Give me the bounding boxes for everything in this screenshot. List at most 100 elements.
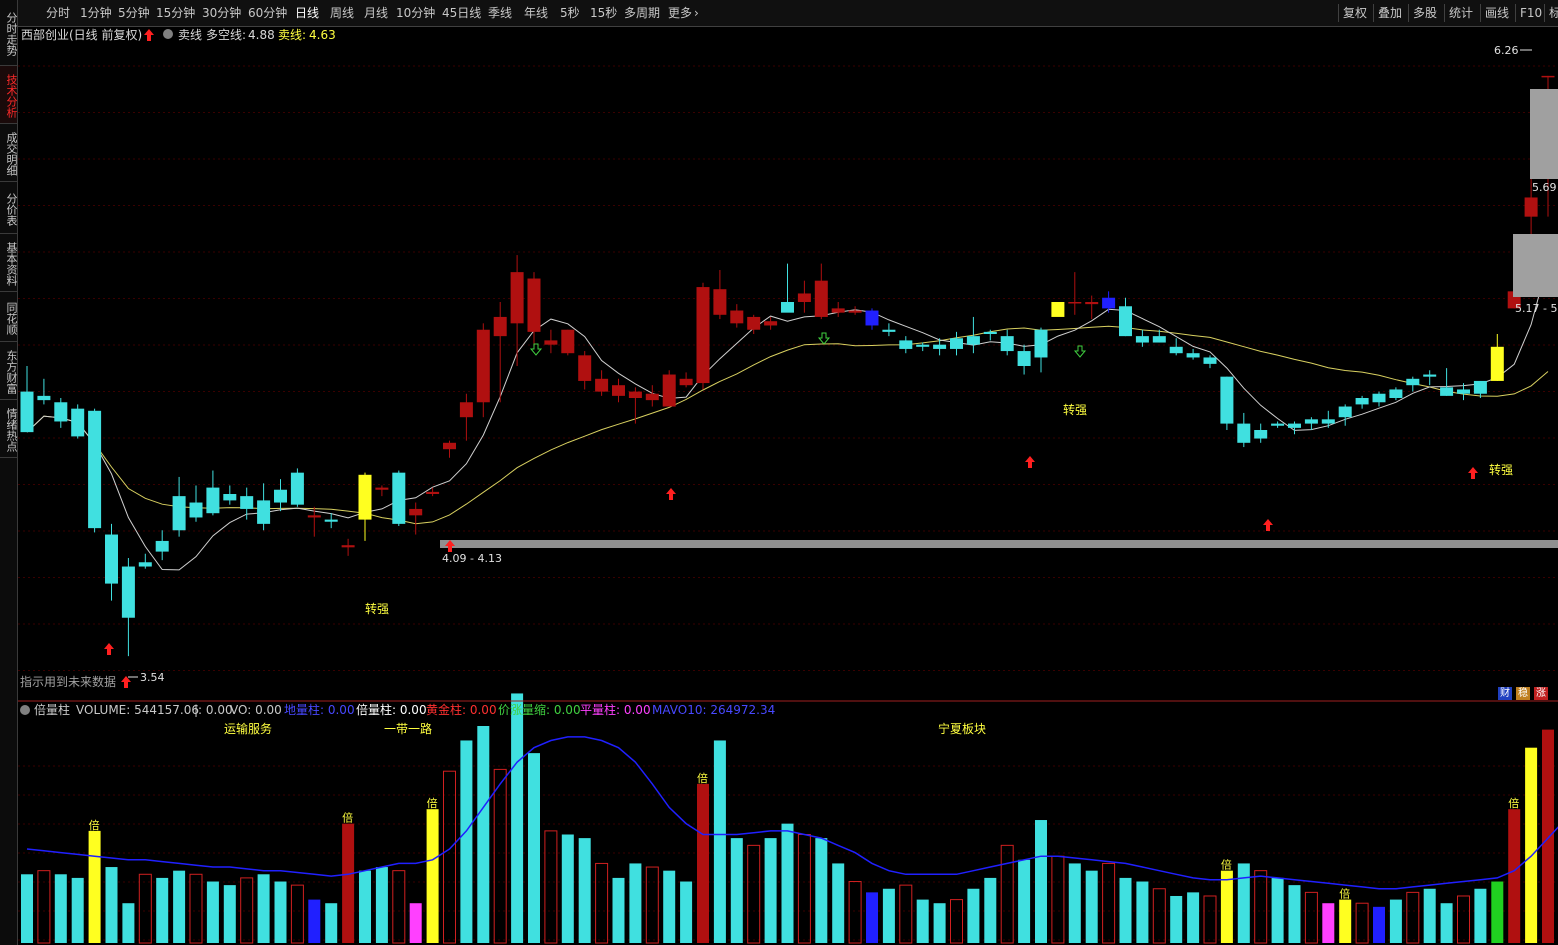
candle xyxy=(1034,327,1048,373)
period-15min[interactable]: 15分钟 xyxy=(156,6,195,20)
candle-body xyxy=(612,385,625,396)
candle-body xyxy=(290,472,304,505)
tab-technical[interactable]: 技术分析 xyxy=(0,66,18,124)
candle xyxy=(324,513,338,529)
vol-legend-1: VOLUME: 544157.06 xyxy=(76,703,199,717)
buy-arrow-icon xyxy=(1025,456,1035,468)
period-multi[interactable]: 多周期 xyxy=(624,6,660,20)
candle-body xyxy=(223,494,237,501)
candle-body xyxy=(797,293,811,302)
volume-bar xyxy=(477,726,490,943)
tab-eastmoney[interactable]: 东方财富 xyxy=(0,342,18,400)
candle-body xyxy=(240,496,254,509)
volume-dropdown-icon[interactable] xyxy=(20,705,30,715)
dropdown-icon[interactable] xyxy=(163,29,173,39)
candle-body xyxy=(831,308,845,313)
badge-cai[interactable]: 财 xyxy=(1498,687,1512,700)
draw-line-button[interactable]: 画线 xyxy=(1480,4,1513,22)
candle xyxy=(1389,387,1403,401)
tab-fenshi[interactable]: 分时走势 xyxy=(0,0,18,66)
volume-bar xyxy=(1068,863,1081,943)
stock-title: 西部创业(日线 前复权) xyxy=(21,27,142,42)
candle xyxy=(189,485,203,522)
period-year[interactable]: 年线 xyxy=(524,6,548,20)
candle xyxy=(950,331,963,356)
candle-body xyxy=(730,310,744,324)
chevron-right-icon[interactable]: › xyxy=(694,6,699,20)
period-30min[interactable]: 30分钟 xyxy=(202,6,241,20)
support-label: 4.09 - 4.13 xyxy=(442,552,502,565)
period-more[interactable]: 更多 xyxy=(668,6,692,20)
mark-button[interactable]: 标 xyxy=(1544,4,1558,22)
statistics-button[interactable]: 统计 xyxy=(1444,4,1477,22)
tab-fundamentals[interactable]: 基本资料 xyxy=(0,234,18,292)
period-10min[interactable]: 10分钟 xyxy=(396,6,435,20)
candle xyxy=(1321,410,1335,428)
candle xyxy=(105,523,118,601)
volume-bar xyxy=(1508,809,1521,943)
kline-chart[interactable]: 6.263.545.695.17 - 5.4.09 - 4.13转强转强转强 倍… xyxy=(18,26,1558,945)
candle-body xyxy=(1119,306,1132,337)
zhuanqiang-label: 转强 xyxy=(1063,402,1087,417)
candle-body xyxy=(493,316,507,337)
volume-bar xyxy=(460,740,473,943)
volume-bar xyxy=(663,870,676,943)
multi-stock-button[interactable]: 多股 xyxy=(1408,4,1441,22)
candle xyxy=(1000,329,1014,356)
volume-bar xyxy=(1271,877,1284,943)
candle xyxy=(426,487,440,497)
period-5s[interactable]: 5秒 xyxy=(560,6,580,20)
candle xyxy=(831,302,845,317)
volume-bar xyxy=(342,823,355,943)
period-5min[interactable]: 5分钟 xyxy=(118,6,150,20)
volume-bar xyxy=(1406,891,1420,944)
period-1min[interactable]: 1分钟 xyxy=(80,6,112,20)
period-15s[interactable]: 15秒 xyxy=(590,6,617,20)
candle xyxy=(595,370,609,396)
volume-bar xyxy=(1102,862,1116,944)
restore-rights-button[interactable]: 复权 xyxy=(1338,4,1371,22)
volume-bar xyxy=(544,830,558,944)
period-daily[interactable]: 日线 xyxy=(295,6,319,20)
candle xyxy=(781,263,794,313)
sell-arrow-icon xyxy=(1073,345,1087,358)
tab-tonghuashun[interactable]: 同花顺 xyxy=(0,292,18,342)
future-data-note: 指示用到未来数据 xyxy=(20,674,116,689)
candle-body xyxy=(814,280,828,317)
candle-body xyxy=(37,395,51,401)
candle-body xyxy=(476,329,490,403)
candle xyxy=(1220,376,1234,430)
badge-zhang[interactable]: 涨 xyxy=(1534,687,1548,700)
candle-body xyxy=(459,402,473,418)
sector-label-ningxia: 宁夏板块 xyxy=(938,721,986,736)
candle-body xyxy=(71,408,85,437)
tab-trade-detail[interactable]: 成交明细 xyxy=(0,124,18,182)
period-45day[interactable]: 45日线 xyxy=(442,6,481,20)
volume-bar xyxy=(375,867,388,943)
candle xyxy=(240,487,254,520)
period-weekly[interactable]: 周线 xyxy=(330,6,354,20)
volume-bar xyxy=(1525,747,1538,943)
volume-bar xyxy=(359,870,371,943)
candle xyxy=(645,385,659,407)
period-quarter[interactable]: 季线 xyxy=(488,6,512,20)
candle-body xyxy=(138,562,152,567)
overlay-button[interactable]: 叠加 xyxy=(1373,4,1406,22)
tab-price-table[interactable]: 分价表 xyxy=(0,182,18,234)
period-monthly[interactable]: 月线 xyxy=(364,6,388,20)
candle xyxy=(899,336,913,354)
candle xyxy=(1355,395,1369,409)
volume-bar xyxy=(1170,895,1183,943)
period-fenshi[interactable]: 分时 xyxy=(46,6,70,20)
badge-wen[interactable]: 稳 xyxy=(1516,687,1530,700)
volume-bar xyxy=(122,903,135,943)
tab-sentiment[interactable]: 情绪热点 xyxy=(0,400,18,458)
f10-button[interactable]: F10 xyxy=(1515,4,1546,22)
period-60min[interactable]: 60分钟 xyxy=(248,6,287,20)
vol-legend-5: 倍量柱: 0.00 xyxy=(356,702,427,717)
candle-body xyxy=(916,344,930,347)
candle-body xyxy=(747,316,761,330)
candle xyxy=(797,280,811,313)
candle-body xyxy=(966,336,980,345)
candle-body xyxy=(307,515,321,518)
